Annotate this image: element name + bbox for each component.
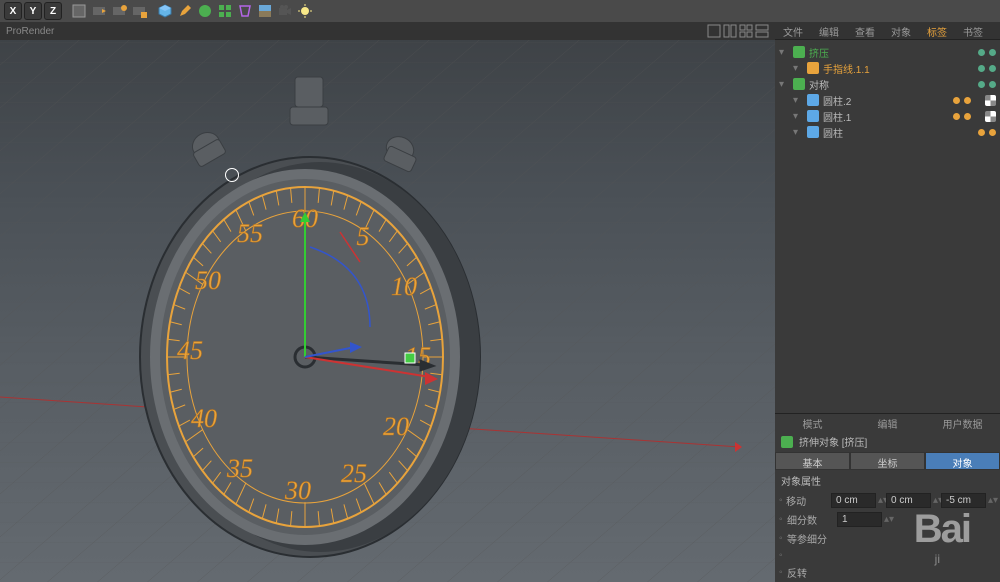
attr-section-header: 对象属性	[775, 470, 1000, 491]
environment-icon[interactable]	[256, 2, 274, 20]
render-icon[interactable]	[90, 2, 108, 20]
attr-label: 细分数	[787, 512, 837, 527]
array-icon[interactable]	[216, 2, 234, 20]
deformer-icon[interactable]	[236, 2, 254, 20]
object-tree: ▾挤压▾手指线.1.1▾对称▾圆柱.2▾圆柱.1▾圆柱	[775, 40, 1000, 260]
render-settings-icon[interactable]	[110, 2, 128, 20]
om-tab-1[interactable]: 编辑	[811, 22, 847, 39]
attr-tab-0[interactable]: 模式	[775, 414, 850, 431]
sub-tab-2[interactable]: 对象	[925, 452, 1000, 470]
vp-layout2-icon[interactable]	[723, 24, 737, 38]
attr-tab-2[interactable]: 用户数据	[925, 414, 1000, 431]
tree-item-label: 手指线.1.1	[823, 61, 978, 76]
attr-bottom-label: 反转	[787, 565, 807, 580]
tree-item-label: 圆柱.2	[823, 93, 953, 108]
stopwatch-object[interactable]: 60 5 10 15 20 25 30 35 40 45 50 55	[110, 67, 530, 567]
tree-item-label: 圆柱.1	[823, 109, 953, 124]
attr-label: 等参细分	[787, 531, 837, 546]
svg-text:30: 30	[284, 476, 311, 505]
tree-row[interactable]: ▾对称	[779, 76, 996, 92]
tree-item-icon	[807, 110, 819, 122]
light-icon[interactable]	[296, 2, 314, 20]
svg-text:10: 10	[391, 272, 417, 301]
tree-item-icon	[807, 94, 819, 106]
sub-tab-1[interactable]: 坐标	[850, 452, 925, 470]
tree-row[interactable]: ▾挤压	[779, 44, 996, 60]
svg-text:40: 40	[191, 404, 217, 433]
sub-tab-0[interactable]: 基本	[775, 452, 850, 470]
tree-row[interactable]: ▾圆柱.1	[779, 108, 996, 124]
attr-input[interactable]	[837, 512, 882, 527]
axis-z-button[interactable]: Z	[44, 2, 62, 20]
pen-icon[interactable]	[176, 2, 194, 20]
object-manager-tabs: 文件编辑查看对象标签书签	[775, 22, 1000, 40]
axis-x-button[interactable]: X	[4, 2, 22, 20]
tree-item-icon	[793, 46, 805, 58]
tree-item-label: 对称	[809, 77, 978, 92]
svg-text:45: 45	[177, 336, 203, 365]
om-tab-3[interactable]: 对象	[883, 22, 919, 39]
camera-icon[interactable]	[276, 2, 294, 20]
cube-icon[interactable]	[156, 2, 174, 20]
attribute-object-title: 挤伸对象 [挤压]	[775, 431, 1000, 452]
vp-layout3-icon[interactable]	[739, 24, 753, 38]
tree-item-icon	[793, 78, 805, 90]
attr-row: ◦	[775, 548, 1000, 563]
tool-icon-1[interactable]	[70, 2, 88, 20]
om-tab-5[interactable]: 书签	[955, 22, 991, 39]
tree-item-icon	[807, 62, 819, 74]
svg-text:25: 25	[341, 459, 367, 488]
tree-row[interactable]: ▾圆柱.2	[779, 92, 996, 108]
svg-text:20: 20	[383, 412, 409, 441]
attr-input[interactable]	[886, 493, 931, 508]
selection-handle-icon[interactable]	[225, 168, 239, 182]
watermark-sub-text: ji	[935, 552, 940, 566]
tree-item-label: 圆柱	[823, 125, 978, 140]
tree-item-label: 挤压	[809, 45, 978, 60]
attr-row: ◦细分数▴▾	[775, 510, 1000, 529]
render-region-icon[interactable]	[130, 2, 148, 20]
tree-row[interactable]: ▾圆柱	[779, 124, 996, 140]
attr-input[interactable]	[831, 493, 876, 508]
attr-row: ◦移动▴▾▴▾▴▾	[775, 491, 1000, 510]
attribute-manager-tabs: 模式编辑用户数据	[775, 413, 1000, 431]
svg-text:35: 35	[226, 454, 253, 483]
om-tab-4[interactable]: 标签	[919, 22, 955, 39]
om-tab-2[interactable]: 查看	[847, 22, 883, 39]
om-tab-0[interactable]: 文件	[775, 22, 811, 39]
extrude-icon	[781, 436, 793, 448]
attr-input[interactable]	[941, 493, 986, 508]
viewport-header: ProRender	[0, 22, 775, 40]
nurbs-icon[interactable]	[196, 2, 214, 20]
vp-layout-icon[interactable]	[707, 24, 721, 38]
attr-tab-1[interactable]: 编辑	[850, 414, 925, 431]
material-tag-icon[interactable]	[985, 95, 996, 106]
tree-item-icon	[807, 126, 819, 138]
vp-layout4-icon[interactable]	[755, 24, 769, 38]
attr-label: 移动	[786, 493, 831, 508]
right-panel: 文件编辑查看对象标签书签 ▾挤压▾手指线.1.1▾对称▾圆柱.2▾圆柱.1▾圆柱…	[775, 22, 1000, 582]
viewport[interactable]: ProRender	[0, 22, 775, 582]
render-engine-label: ProRender	[6, 26, 54, 37]
svg-text:50: 50	[195, 266, 221, 295]
axis-y-button[interactable]: Y	[24, 2, 42, 20]
attr-row: ◦等参细分	[775, 529, 1000, 548]
tree-row[interactable]: ▾手指线.1.1	[779, 60, 996, 76]
main-toolbar: X Y Z	[0, 0, 1000, 22]
svg-text:55: 55	[237, 219, 263, 248]
svg-text:5: 5	[357, 222, 370, 251]
material-tag-icon[interactable]	[985, 111, 996, 122]
